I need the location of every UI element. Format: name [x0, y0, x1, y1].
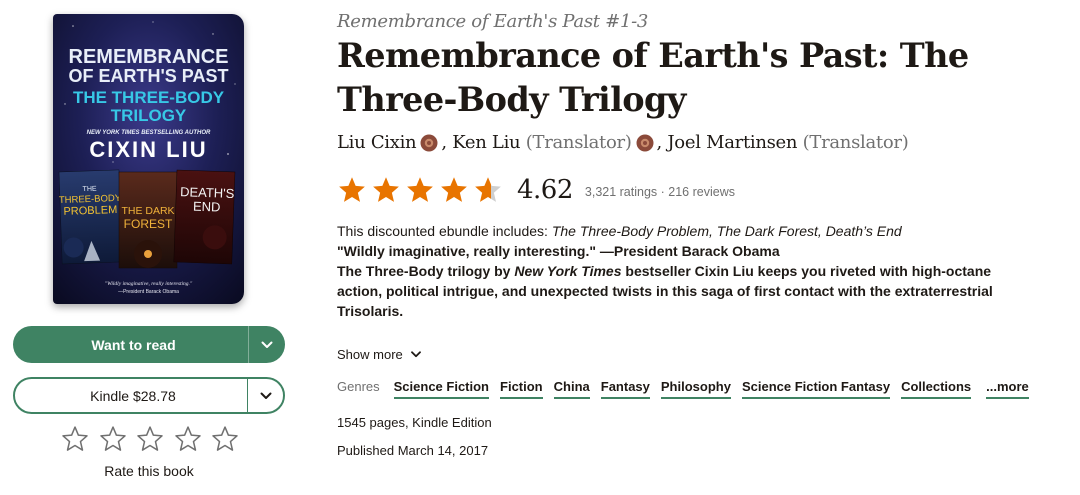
cover-tagline: NEW YORK TIMES BESTSELLING AUTHOR [87, 130, 211, 136]
rate-star-icon[interactable] [135, 424, 165, 454]
description-paragraph: This discounted ebundle includes: The Th… [337, 221, 997, 241]
rate-star-icon[interactable] [60, 424, 90, 454]
description-text-italic: New York Times [514, 263, 622, 279]
cover-book2-line1: THE DARK [121, 205, 174, 217]
author-role: (Translator) [802, 132, 909, 153]
cover-subtitle-line2: TRILOGY [111, 106, 187, 125]
genres-label: Genres [337, 379, 380, 394]
description-paragraph: The Three-Body trilogy by New York Times… [337, 261, 997, 321]
author-link[interactable]: Ken Liu [452, 132, 520, 153]
want-to-read-dropdown[interactable] [248, 326, 285, 363]
genres-more-button[interactable]: ...more [986, 379, 1029, 399]
author-role: (Translator) [525, 132, 632, 153]
rate-star-icon[interactable] [173, 424, 203, 454]
ratings-count[interactable]: 3,321 ratings [585, 185, 657, 199]
book-cover[interactable]: REMEMBRANCE OF EARTH'S PAST THE THREE-BO… [53, 14, 244, 304]
book-cover-art: REMEMBRANCE OF EARTH'S PAST THE THREE-BO… [53, 14, 244, 304]
author-link[interactable]: Joel Martinsen [667, 132, 797, 153]
want-to-read-label[interactable]: Want to read [13, 326, 248, 363]
kindle-buy-button[interactable]: Kindle $28.78 [13, 377, 285, 414]
author-link[interactable]: Liu Cixin [337, 132, 417, 153]
cover-book1-line1: THE [83, 186, 98, 193]
genre-tag[interactable]: China [553, 379, 590, 399]
rate-this-book-label: Rate this book [104, 463, 194, 479]
book-title: Remembrance of Earth's Past: The Three-B… [337, 36, 969, 119]
star-icon [337, 175, 367, 205]
show-more-label: Show more [337, 347, 403, 362]
star-icon [473, 175, 503, 205]
author-list: Liu Cixin , Ken Liu (Translator) , Joel … [337, 132, 909, 153]
rate-star-icon[interactable] [210, 424, 240, 454]
cover-book2-line2: FOREST [124, 217, 173, 231]
genre-tag[interactable]: Fantasy [600, 379, 650, 399]
goodreads-author-badge-icon [636, 134, 654, 152]
rating-stats: 4.62 3,321 ratings · 216 reviews [337, 173, 735, 207]
book-actions-column: REMEMBRANCE OF EARTH'S PAST THE THREE-BO… [0, 0, 300, 495]
description-titles: The Three-Body Problem, The Dark Forest,… [551, 223, 902, 239]
genre-tag[interactable]: Collections [901, 379, 972, 399]
star-icon [439, 175, 469, 205]
cover-title-line1: REMEMBRANCE [69, 46, 229, 68]
cover-book3-line2: END [193, 199, 221, 215]
average-rating-stars [337, 175, 509, 205]
series-link[interactable]: Remembrance of Earth's Past #1-3 [337, 11, 648, 32]
book-description: This discounted ebundle includes: The Th… [337, 221, 997, 321]
genre-tag[interactable]: Science Fiction Fantasy [741, 379, 891, 399]
author-separator: , [441, 132, 453, 153]
rate-star-icon[interactable] [98, 424, 128, 454]
kindle-price-label[interactable]: Kindle $28.78 [15, 379, 247, 412]
reviews-count[interactable]: 216 reviews [668, 185, 735, 199]
cover-subtitle-line1: THE THREE-BODY [73, 88, 225, 107]
average-rating-value: 4.62 [517, 175, 573, 205]
description-text: The Three-Body trilogy by [337, 263, 515, 279]
rating-counts[interactable]: 3,321 ratings · 216 reviews [585, 185, 735, 199]
description-intro: This discounted ebundle includes: [337, 223, 552, 239]
star-icon [405, 175, 435, 205]
cover-quote: "Wildly imaginative, really interesting.… [105, 281, 193, 287]
chevron-down-icon [261, 341, 273, 348]
want-to-read-button[interactable]: Want to read [13, 326, 285, 363]
chevron-down-icon [410, 351, 421, 358]
show-more-button[interactable]: Show more [337, 347, 421, 362]
author-separator: , [656, 132, 668, 153]
genre-list: Genres Science Fiction Fiction China Fantas… [337, 379, 1029, 399]
star-icon [371, 175, 401, 205]
kindle-store-dropdown[interactable] [247, 379, 283, 412]
chevron-down-icon [260, 392, 271, 399]
genre-tag[interactable]: Science Fiction [393, 379, 490, 399]
cover-author: CIXIN LIU [89, 137, 207, 162]
cover-book1-line3: PROBLEM [63, 204, 117, 218]
cover-title-line2: OF EARTH'S PAST [69, 66, 229, 86]
genre-tag[interactable]: Fiction [500, 379, 543, 399]
publication-date: Published March 14, 2017 [337, 443, 489, 458]
rate-stars[interactable] [60, 424, 240, 454]
page-count: 1545 pages, Kindle Edition [337, 415, 492, 430]
goodreads-author-badge-icon [420, 134, 438, 152]
description-quote: "Wildly imaginative, really interesting.… [337, 243, 780, 259]
cover-quote-attr: —President Barack Obama [118, 289, 179, 295]
ratings-separator: · [657, 184, 669, 199]
genre-tag[interactable]: Philosophy [660, 379, 731, 399]
